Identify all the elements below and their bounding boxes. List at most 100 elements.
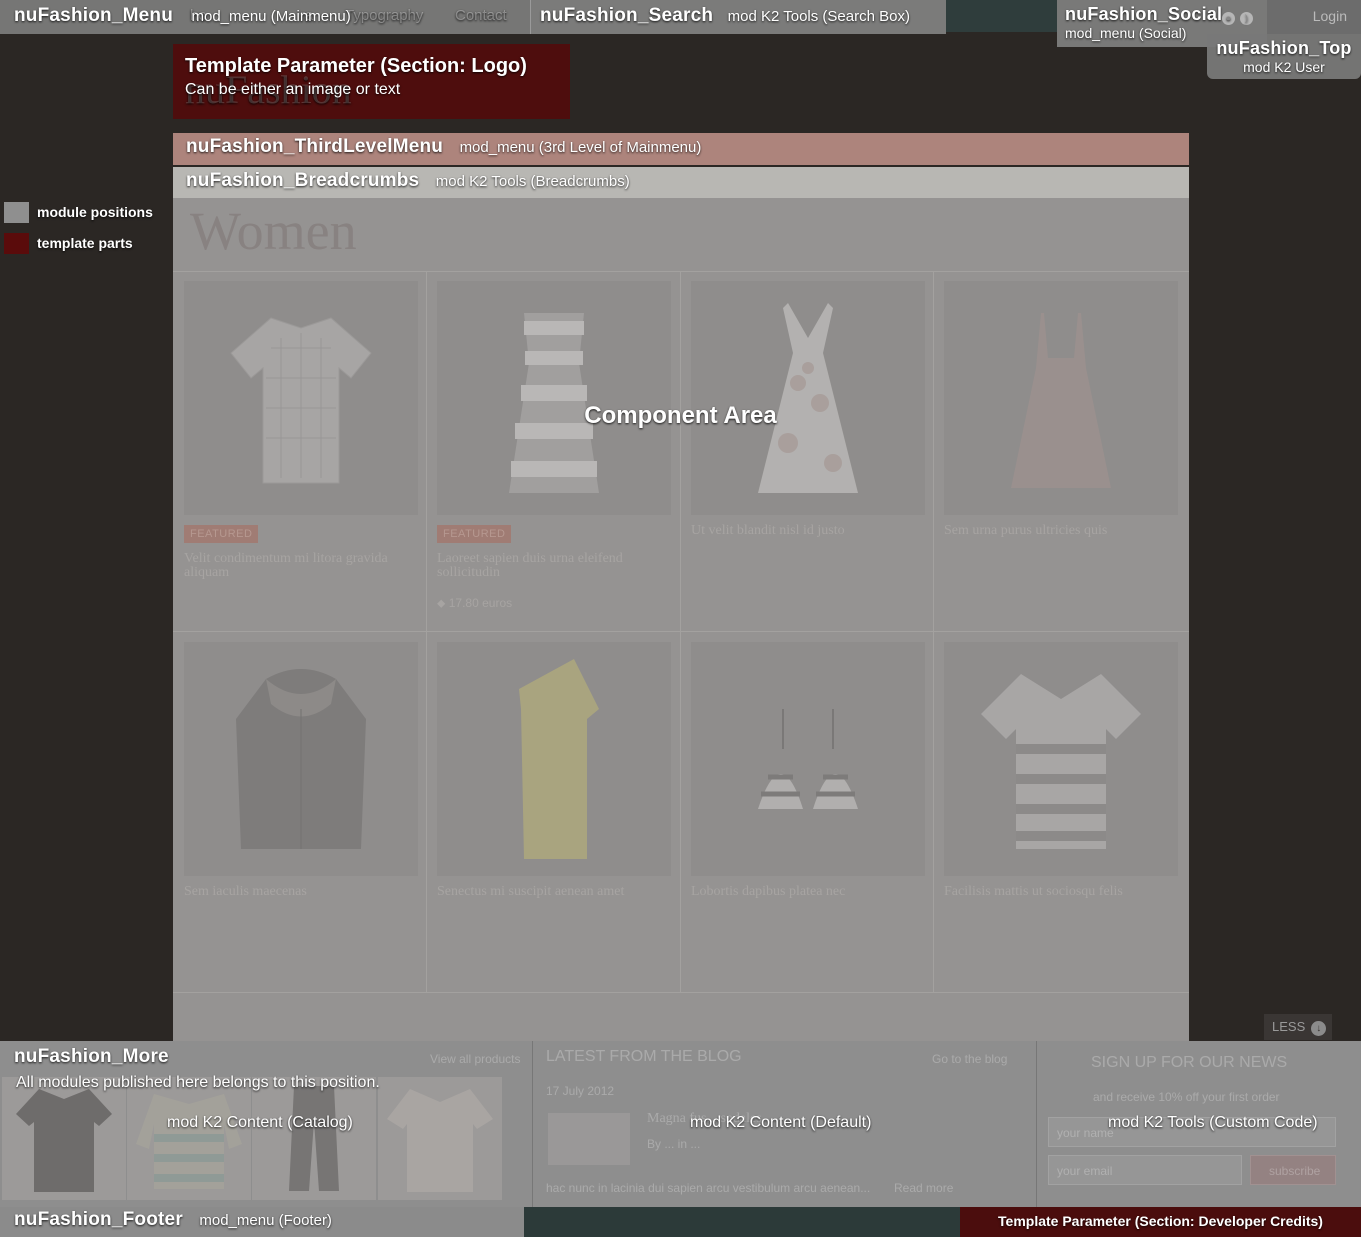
blog-read-more-link[interactable]: Read more [894, 1181, 953, 1195]
component-area-label: Component Area [584, 402, 777, 429]
newsletter-subtitle: and receive 10% off your first order [1093, 1090, 1280, 1104]
blog-byline: By ... in ... [647, 1137, 701, 1151]
floral-dress-icon [758, 303, 858, 493]
breadcrumbs-position: nuFashion_Breadcrumbs mod K2 Tools (Brea… [173, 167, 1189, 198]
top-position-name: nuFashion_Top [1216, 38, 1352, 58]
top-position: nuFashion_Top mod K2 User [1207, 34, 1361, 79]
blog-thumbnail[interactable] [548, 1113, 630, 1165]
social-position-name: nuFashion_Social [1065, 4, 1223, 24]
logo-template-part: nuFashion Template Parameter (Section: L… [173, 44, 570, 119]
share-icon[interactable]: ● [1222, 12, 1235, 25]
pink-dress-icon [1011, 313, 1111, 488]
footer-gap [524, 1207, 960, 1237]
product-image[interactable] [437, 642, 671, 876]
less-button-label: LESS [1272, 1019, 1306, 1034]
more-position-description: All modules published here belongs to th… [16, 1074, 380, 1091]
product-image[interactable] [184, 281, 418, 515]
product-title[interactable]: Sem urna purus ultricies quis [944, 524, 1178, 538]
blog-date: 17 July 2012 [546, 1084, 615, 1098]
divider [173, 631, 1189, 632]
blog-excerpt: hac nunc in lacinia dui sapien arcu vest… [546, 1181, 871, 1195]
social-icons: ●) [1217, 8, 1253, 26]
view-all-products-link[interactable]: View all products [430, 1052, 521, 1066]
jacket-icon [236, 669, 366, 849]
more-position: View all products nuFashion_More All mod… [0, 1041, 1361, 1207]
developer-credits-template-part: Template Parameter (Section: Developer C… [960, 1207, 1361, 1237]
product-card[interactable]: FEATURED Velit condimentum mi litora gra… [184, 281, 418, 580]
legend-swatch [4, 232, 29, 254]
more-position-label: nuFashion_More All modules published her… [14, 1046, 380, 1092]
top-module-name: mod K2 User [1243, 59, 1325, 75]
divider [680, 271, 681, 992]
third-level-menu-module-name: mod_menu (3rd Level of Mainmenu) [459, 139, 702, 156]
product-card[interactable]: Facilisis mattis ut sociosqu felis [944, 642, 1178, 899]
menu-position-name: nuFashion_Menu [14, 5, 174, 26]
price-tag-icon: ⬥ [437, 596, 446, 610]
product-image[interactable] [691, 642, 925, 876]
arrow-down-icon: ↓ [1311, 1021, 1327, 1036]
product-card[interactable]: Sem iaculis maecenas [184, 642, 418, 899]
newsletter-module: SIGN UP FOR OUR NEWS and receive 10% off… [1038, 1041, 1361, 1207]
logo-title: Template Parameter (Section: Logo) [185, 55, 527, 77]
catalog-module-name: mod K2 Content (Catalog) [167, 1114, 353, 1131]
product-image[interactable] [944, 281, 1178, 515]
blog-module-name: mod K2 Content (Default) [690, 1114, 872, 1131]
product-title[interactable]: Lobortis dapibus platea nec [691, 885, 925, 899]
featured-badge: FEATURED [437, 525, 512, 543]
product-title[interactable]: Senectus mi suscipit aenean amet [437, 885, 671, 899]
subscribe-button[interactable]: subscribe [1250, 1155, 1336, 1185]
blog-module: LATEST FROM THE BLOG Go to the blog 17 J… [534, 1041, 1037, 1207]
jeans-icon [289, 1086, 339, 1191]
legend-swatch [4, 201, 29, 223]
product-title[interactable]: Velit condimentum mi litora gravida aliq… [184, 552, 418, 580]
divider [173, 992, 1189, 993]
menu-module-name: mod_menu (Mainmenu) [191, 8, 351, 25]
top-bar-gap [946, 0, 1057, 32]
shirt-icon [230, 317, 372, 484]
breadcrumbs-module-name: mod K2 Tools (Breadcrumbs) [435, 173, 630, 190]
legend-label: template parts [37, 235, 133, 251]
product-image[interactable] [184, 642, 418, 876]
catalog-thumbnail[interactable] [252, 1077, 376, 1200]
menu-ghost-item[interactable]: Contact [455, 7, 507, 24]
product-card[interactable]: FEATURED Laoreet sapien duis urna eleife… [437, 281, 671, 611]
product-title[interactable]: Sem iaculis maecenas [184, 885, 418, 899]
catalog-thumbnail[interactable] [378, 1077, 502, 1200]
less-button[interactable]: LESS ↓ [1264, 1014, 1332, 1040]
product-image[interactable] [691, 281, 925, 515]
menu-ghost-item[interactable]: Typography [345, 7, 423, 24]
legend-item-module-positions: module positions [4, 201, 153, 223]
go-to-blog-link[interactable]: Go to the blog [932, 1052, 1007, 1066]
newsletter-heading: SIGN UP FOR OUR NEWS [1091, 1054, 1288, 1071]
menu-position: ho ra Typography Contact nuFashion_Menu … [0, 0, 530, 34]
search-position-name: nuFashion_Search [540, 5, 714, 26]
login-link[interactable]: Login [1313, 8, 1347, 24]
legend-item-template-parts: template parts [4, 232, 153, 254]
catalog-thumbnail[interactable] [2, 1077, 126, 1200]
login-area: Login [1267, 0, 1361, 34]
newsletter-email-field[interactable]: your email [1048, 1155, 1242, 1185]
catalog-module: View all products nuFashion_More All mod… [0, 1041, 533, 1207]
product-image[interactable] [437, 281, 671, 515]
product-title[interactable]: Ut velit blandit nisl id justo [691, 524, 925, 538]
product-price: ⬥ 17.80 euros [437, 596, 671, 611]
footer-position-name: nuFashion_Footer [14, 1209, 183, 1230]
rss-icon[interactable]: ) [1240, 12, 1253, 25]
product-title[interactable]: Laoreet sapien duis urna eleifend sollic… [437, 552, 671, 580]
blog-heading: LATEST FROM THE BLOG [546, 1048, 742, 1065]
footer-module-name: mod_menu (Footer) [199, 1212, 332, 1229]
product-card[interactable]: Senectus mi suscipit aenean amet [437, 642, 671, 899]
divider [173, 271, 1189, 272]
catalog-thumbnail[interactable] [127, 1077, 251, 1200]
sweater-icon [136, 1093, 242, 1189]
search-position[interactable]: nuFashion_Search mod K2 Tools (Search Bo… [530, 0, 946, 34]
striped-dress-icon [509, 313, 599, 493]
component-area: Women FEATURED Velit condimentum mi lito… [173, 198, 1189, 1041]
legend: module positions template parts [4, 201, 153, 263]
product-title[interactable]: Facilisis mattis ut sociosqu felis [944, 885, 1178, 899]
printed-shirt-icon [387, 1088, 493, 1192]
product-image[interactable] [944, 642, 1178, 876]
breadcrumbs-position-name: nuFashion_Breadcrumbs [186, 170, 420, 191]
footer-position: nuFashion_Footer mod_menu (Footer) [0, 1207, 524, 1237]
product-card[interactable]: Lobortis dapibus platea nec [691, 642, 925, 899]
